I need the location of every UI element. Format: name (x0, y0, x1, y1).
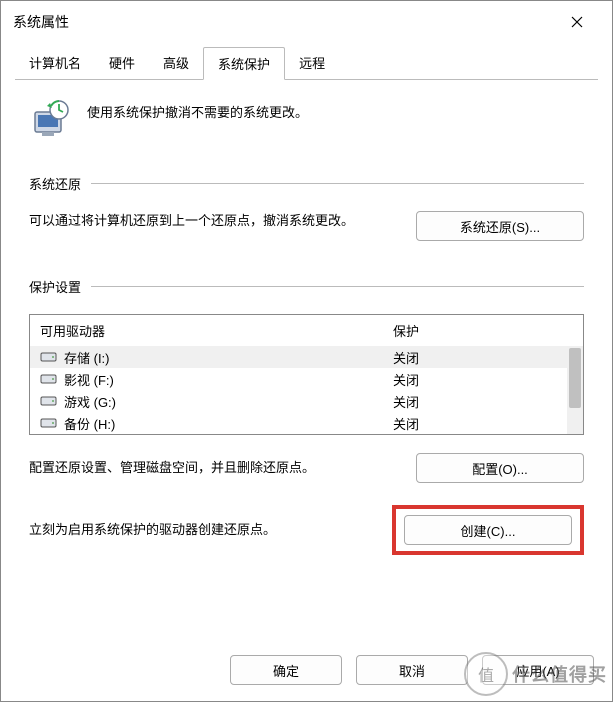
tab-remote[interactable]: 远程 (285, 47, 339, 79)
section-header-protect: 保护设置 (29, 277, 584, 296)
create-row: 立刻为启用系统保护的驱动器创建还原点。 创建(C)... (29, 505, 584, 555)
section-header-restore: 系统还原 (29, 174, 584, 193)
system-protection-icon (29, 98, 73, 142)
close-icon (571, 16, 583, 28)
ok-button[interactable]: 确定 (230, 655, 342, 685)
content-area: 计算机名 硬件 高级 系统保护 远程 (1, 43, 612, 643)
column-header-drive[interactable]: 可用驱动器 (40, 321, 393, 340)
apply-button[interactable]: 应用(A) (482, 655, 594, 685)
drive-name: 备份 (H:) (64, 414, 393, 433)
column-header-protection[interactable]: 保护 (393, 321, 573, 340)
drive-icon (40, 394, 58, 408)
divider (91, 183, 584, 184)
intro-row: 使用系统保护撤消不需要的系统更改。 (29, 98, 584, 142)
drive-protection-status: 关闭 (393, 348, 573, 367)
tab-hardware[interactable]: 硬件 (95, 47, 149, 79)
scrollbar-thumb[interactable] (569, 348, 581, 408)
drive-list-box: 可用驱动器 保护 存储 (I:)关闭影视 (F:)关闭游戏 (G:)关闭备份 (… (29, 314, 584, 435)
create-description: 立刻为启用系统保护的驱动器创建还原点。 (29, 520, 372, 541)
system-properties-window: 系统属性 计算机名 硬件 高级 系统保护 远程 (0, 0, 613, 702)
system-restore-button[interactable]: 系统还原(S)... (416, 211, 584, 241)
restore-description: 可以通过将计算机还原到上一个还原点，撤消系统更改。 (29, 211, 396, 232)
tab-advanced[interactable]: 高级 (149, 47, 203, 79)
window-title: 系统属性 (13, 12, 554, 32)
drive-name: 游戏 (G:) (64, 392, 393, 411)
drive-name: 存储 (I:) (64, 348, 393, 367)
restore-row: 可以通过将计算机还原到上一个还原点，撤消系统更改。 系统还原(S)... (29, 211, 584, 241)
drive-icon (40, 372, 58, 386)
drive-protection-status: 关闭 (393, 414, 573, 433)
tab-panel-system-protection: 使用系统保护撤消不需要的系统更改。 系统还原 可以通过将计算机还原到上一个还原点… (15, 80, 598, 571)
divider (91, 286, 584, 287)
drive-protection-status: 关闭 (393, 392, 573, 411)
configure-description: 配置还原设置、管理磁盘空间，并且删除还原点。 (29, 458, 396, 479)
highlight-box: 创建(C)... (392, 505, 584, 555)
drive-list[interactable]: 存储 (I:)关闭影视 (F:)关闭游戏 (G:)关闭备份 (H:)关闭 (30, 346, 583, 434)
drive-row[interactable]: 影视 (F:)关闭 (30, 368, 583, 390)
section-label-restore: 系统还原 (29, 174, 81, 193)
section-label-protect: 保护设置 (29, 277, 81, 296)
drive-protection-status: 关闭 (393, 370, 573, 389)
cancel-button[interactable]: 取消 (356, 655, 468, 685)
create-button[interactable]: 创建(C)... (404, 515, 572, 545)
drive-row[interactable]: 游戏 (G:)关闭 (30, 390, 583, 412)
drive-row[interactable]: 备份 (H:)关闭 (30, 412, 583, 434)
scrollbar[interactable] (567, 346, 583, 434)
configure-row: 配置还原设置、管理磁盘空间，并且删除还原点。 配置(O)... (29, 453, 584, 483)
drive-row[interactable]: 存储 (I:)关闭 (30, 346, 583, 368)
drive-icon (40, 416, 58, 430)
dialog-button-bar: 确定 取消 应用(A) (1, 643, 612, 701)
drive-name: 影视 (F:) (64, 370, 393, 389)
drive-list-header: 可用驱动器 保护 (30, 315, 583, 346)
intro-text: 使用系统保护撤消不需要的系统更改。 (87, 98, 308, 121)
tabbar: 计算机名 硬件 高级 系统保护 远程 (15, 47, 598, 80)
drive-icon (40, 350, 58, 364)
close-button[interactable] (554, 6, 600, 38)
titlebar: 系统属性 (1, 1, 612, 43)
configure-button[interactable]: 配置(O)... (416, 453, 584, 483)
tab-system-protection[interactable]: 系统保护 (203, 47, 285, 80)
tab-computer-name[interactable]: 计算机名 (15, 47, 95, 79)
